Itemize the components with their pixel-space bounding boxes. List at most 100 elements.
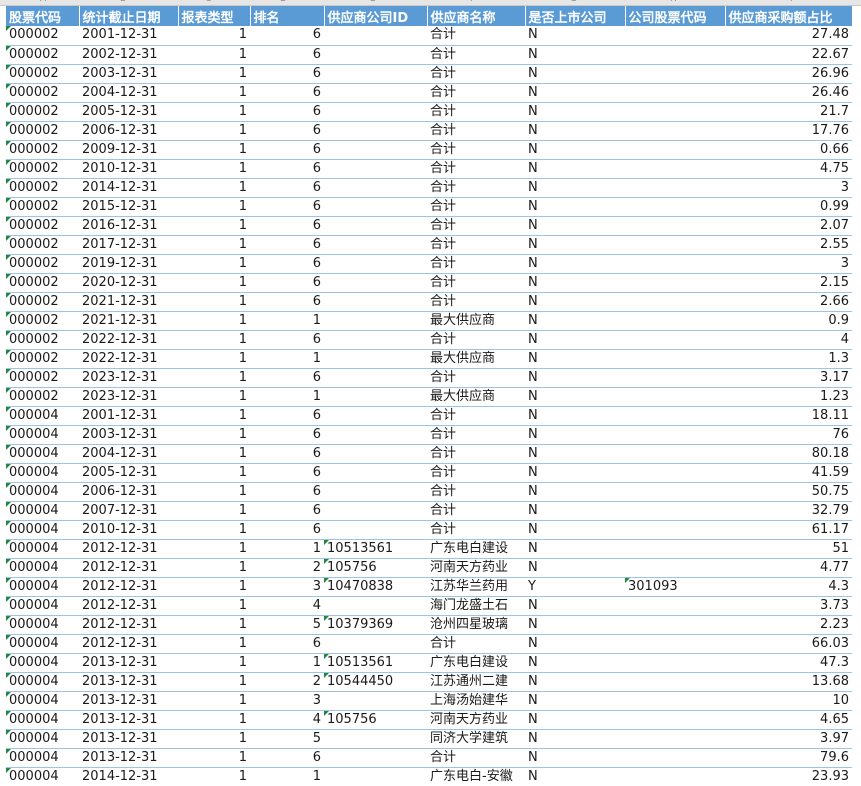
table-cell[interactable]: 1: [250, 387, 324, 407]
table-cell[interactable]: 000002: [6, 45, 79, 65]
table-cell[interactable]: 2004-12-31: [79, 444, 178, 464]
table-cell[interactable]: 合计: [427, 368, 525, 388]
table-cell[interactable]: 000002: [6, 121, 79, 141]
table-cell[interactable]: 32.79: [725, 501, 852, 521]
table-cell[interactable]: 合计: [427, 634, 525, 654]
table-cell[interactable]: 50.75: [725, 482, 852, 502]
table-cell[interactable]: 2014-12-31: [79, 767, 178, 786]
table-cell[interactable]: [324, 425, 427, 445]
table-cell[interactable]: 2: [250, 672, 324, 692]
table-cell[interactable]: 河南天方药业: [427, 710, 525, 730]
table-cell[interactable]: 1: [178, 520, 250, 540]
table-cell[interactable]: 5: [250, 615, 324, 635]
table-cell[interactable]: 2005-12-31: [79, 102, 178, 122]
table-cell[interactable]: [324, 767, 427, 786]
table-cell[interactable]: N: [525, 653, 625, 673]
table-cell[interactable]: 1: [178, 26, 250, 46]
table-cell[interactable]: [324, 254, 427, 274]
column-header[interactable]: 报表类型: [178, 6, 251, 26]
table-cell[interactable]: 10513561: [324, 653, 427, 673]
table-cell[interactable]: 27.48: [725, 26, 852, 46]
table-cell[interactable]: 1: [178, 235, 250, 255]
table-cell[interactable]: 江苏华兰药用: [427, 577, 525, 597]
table-cell[interactable]: [625, 140, 725, 160]
table-cell[interactable]: [324, 387, 427, 407]
table-cell[interactable]: 0.66: [725, 140, 852, 160]
table-cell[interactable]: 1: [178, 710, 250, 730]
table-cell[interactable]: 1: [178, 653, 250, 673]
table-cell[interactable]: N: [525, 463, 625, 483]
table-cell[interactable]: 1: [178, 406, 250, 426]
column-letter-g[interactable]: G: [570, 0, 577, 4]
table-cell[interactable]: [324, 349, 427, 369]
table-cell[interactable]: 合计: [427, 482, 525, 502]
table-cell[interactable]: 3: [250, 691, 324, 711]
table-cell[interactable]: 000004: [6, 501, 79, 521]
table-cell[interactable]: 同济大学建筑: [427, 729, 525, 749]
table-cell[interactable]: 17.76: [725, 121, 852, 141]
table-cell[interactable]: [625, 558, 725, 578]
table-cell[interactable]: 2021-12-31: [79, 311, 178, 331]
table-cell[interactable]: 1: [178, 83, 250, 103]
table-cell[interactable]: 21.7: [725, 102, 852, 122]
table-cell[interactable]: [625, 539, 725, 559]
table-cell[interactable]: 3: [725, 178, 852, 198]
table-cell[interactable]: 2013-12-31: [79, 672, 178, 692]
table-cell[interactable]: 1: [178, 615, 250, 635]
table-cell[interactable]: 0.99: [725, 197, 852, 217]
table-cell[interactable]: 2002-12-31: [79, 45, 178, 65]
table-cell[interactable]: 2007-12-31: [79, 501, 178, 521]
table-cell[interactable]: 47.3: [725, 653, 852, 673]
table-cell[interactable]: 1: [178, 729, 250, 749]
table-cell[interactable]: 2001-12-31: [79, 406, 178, 426]
column-letter-a[interactable]: A: [40, 0, 46, 4]
table-cell[interactable]: [625, 615, 725, 635]
table-cell[interactable]: 6: [250, 634, 324, 654]
table-cell[interactable]: 广东电白-安徽: [427, 767, 525, 786]
table-cell[interactable]: [625, 387, 725, 407]
table-cell[interactable]: 000004: [6, 672, 79, 692]
table-cell[interactable]: 22.67: [725, 45, 852, 65]
table-cell[interactable]: 6: [250, 444, 324, 464]
table-cell[interactable]: 000002: [6, 102, 79, 122]
table-cell[interactable]: 2004-12-31: [79, 83, 178, 103]
table-cell[interactable]: [625, 311, 725, 331]
table-cell[interactable]: 合计: [427, 254, 525, 274]
table-cell[interactable]: 1: [178, 292, 250, 312]
table-cell[interactable]: 000002: [6, 387, 79, 407]
table-cell[interactable]: 4.3: [725, 577, 852, 597]
table-cell[interactable]: 合计: [427, 26, 525, 46]
table-cell[interactable]: 000002: [6, 178, 79, 198]
table-cell[interactable]: 最大供应商: [427, 311, 525, 331]
table-cell[interactable]: 6: [250, 330, 324, 350]
table-cell[interactable]: 合计: [427, 273, 525, 293]
table-cell[interactable]: 6: [250, 520, 324, 540]
table-cell[interactable]: Y: [525, 577, 625, 597]
table-cell[interactable]: 41.59: [725, 463, 852, 483]
table-cell[interactable]: [625, 425, 725, 445]
table-cell[interactable]: 2021-12-31: [79, 292, 178, 312]
table-cell[interactable]: [625, 121, 725, 141]
table-cell[interactable]: 2012-12-31: [79, 596, 178, 616]
table-cell[interactable]: 1: [178, 577, 250, 597]
table-cell[interactable]: 2022-12-31: [79, 330, 178, 350]
table-cell[interactable]: 000004: [6, 596, 79, 616]
table-cell[interactable]: 2017-12-31: [79, 235, 178, 255]
table-cell[interactable]: 6: [250, 197, 324, 217]
table-cell[interactable]: 合计: [427, 83, 525, 103]
table-cell[interactable]: N: [525, 444, 625, 464]
table-cell[interactable]: [625, 197, 725, 217]
table-cell[interactable]: [625, 482, 725, 502]
table-cell[interactable]: 1: [178, 311, 250, 331]
table-cell[interactable]: [324, 463, 427, 483]
table-cell[interactable]: [625, 178, 725, 198]
table-cell[interactable]: 2003-12-31: [79, 425, 178, 445]
table-cell[interactable]: 河南天方药业: [427, 558, 525, 578]
table-cell[interactable]: N: [525, 235, 625, 255]
table-cell[interactable]: [324, 102, 427, 122]
table-cell[interactable]: 000002: [6, 26, 79, 46]
column-header[interactable]: 统计截止日期: [79, 6, 179, 26]
table-cell[interactable]: 2012-12-31: [79, 577, 178, 597]
table-cell[interactable]: [625, 349, 725, 369]
table-cell[interactable]: [625, 653, 725, 673]
